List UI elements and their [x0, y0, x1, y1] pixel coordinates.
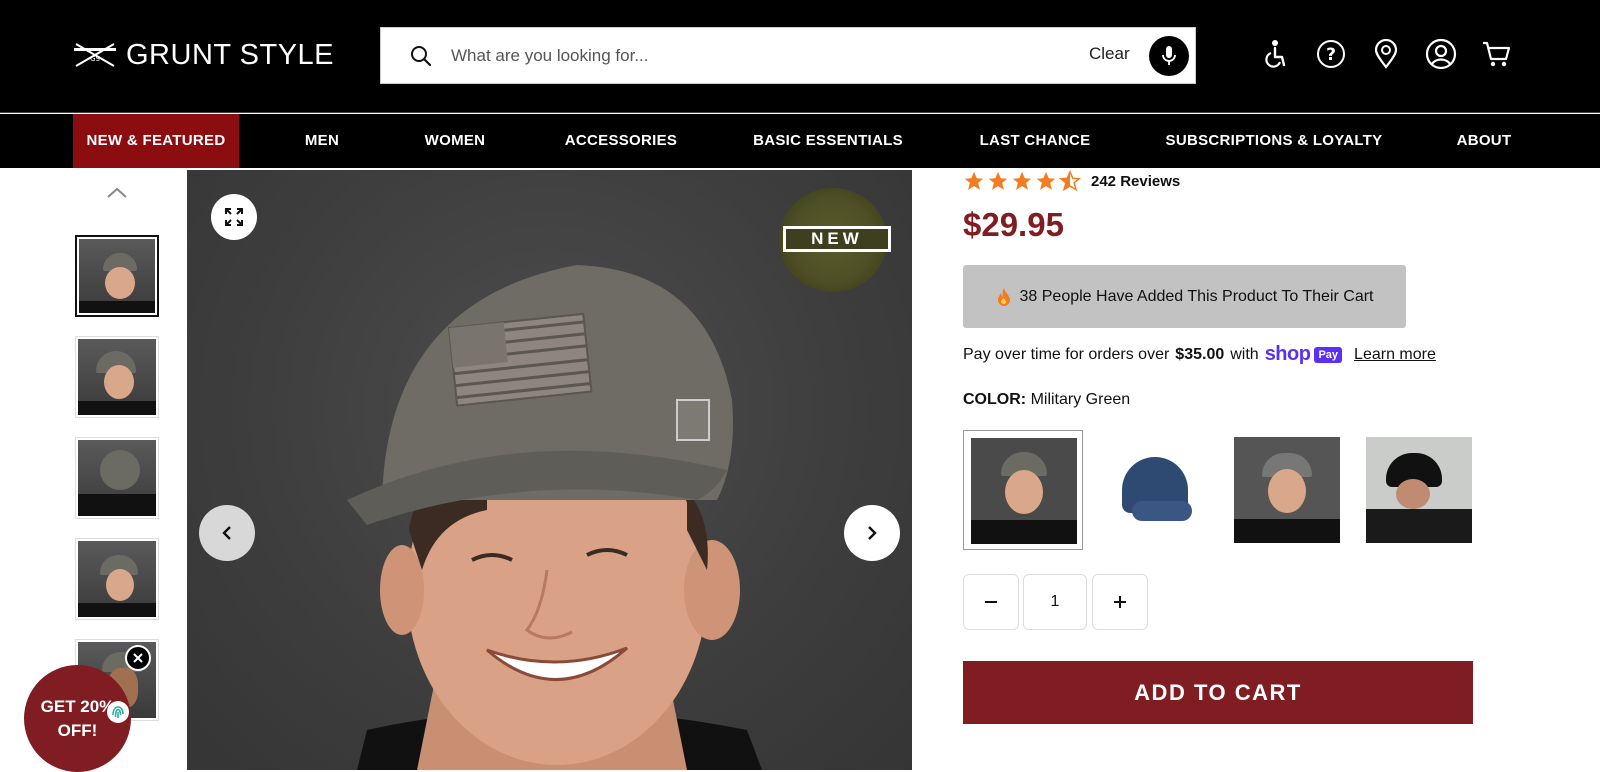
color-swatch-black[interactable] — [1359, 430, 1479, 550]
previous-image-button[interactable] — [199, 505, 255, 561]
expand-icon — [225, 208, 243, 226]
color-swatch-grey[interactable] — [1227, 430, 1347, 550]
clear-button[interactable]: Clear — [1089, 44, 1130, 64]
quantity-input[interactable]: 1 — [1023, 574, 1087, 630]
thumbnail-4[interactable] — [75, 538, 159, 620]
accessibility-icon[interactable] — [1260, 38, 1292, 70]
nav-about[interactable]: ABOUT — [1448, 114, 1520, 168]
new-badge-label: NEW — [783, 226, 891, 252]
search-bar: Clear — [380, 27, 1196, 84]
swatch-image — [1234, 437, 1340, 543]
help-icon[interactable]: ? — [1315, 38, 1347, 70]
star-icon — [1036, 171, 1056, 190]
swatch-image — [1102, 437, 1208, 543]
minus-icon — [985, 601, 997, 603]
star-icon — [964, 171, 984, 190]
close-promo-button[interactable] — [125, 645, 151, 671]
nav-accessories[interactable]: ACCESSORIES — [560, 114, 682, 168]
color-key: COLOR: — [963, 391, 1027, 408]
header: GS GRUNT STYLE Clear — [0, 0, 1600, 113]
promo-line-2: OFF! — [57, 720, 98, 740]
product-rating: 242 Reviews — [963, 170, 1180, 192]
reviews-link[interactable]: 242 Reviews — [1091, 173, 1180, 190]
search-icon[interactable] — [409, 44, 433, 68]
fire-icon — [997, 287, 1010, 306]
svg-text:?: ? — [1326, 45, 1336, 65]
nav-last-chance[interactable]: LAST CHANCE — [975, 114, 1095, 168]
main-product-image[interactable]: NEW — [187, 170, 912, 770]
next-image-button[interactable] — [844, 505, 900, 561]
chevron-right-icon — [868, 526, 877, 540]
learn-more-link[interactable]: Learn more — [1354, 346, 1436, 364]
star-icon — [988, 171, 1008, 190]
installments-message: Pay over time for orders over $35.00 wit… — [963, 343, 1436, 366]
swatch-image — [971, 438, 1077, 544]
account-icon[interactable] — [1425, 38, 1457, 70]
new-badge: NEW — [779, 188, 891, 292]
thumbnails-up-icon[interactable] — [104, 183, 130, 203]
add-to-cart-button[interactable]: ADD TO CART — [963, 661, 1473, 724]
voice-search-button[interactable] — [1149, 36, 1189, 76]
color-swatch-military-green[interactable] — [963, 430, 1083, 550]
cart-notice-text: 38 People Have Added This Product To The… — [1019, 287, 1374, 305]
thumbnail-3[interactable] — [75, 437, 159, 519]
store-locator-icon[interactable] — [1370, 38, 1402, 70]
increase-quantity-button[interactable] — [1092, 574, 1148, 630]
chevron-left-icon — [222, 526, 231, 540]
fingerprint-icon — [107, 701, 129, 723]
star-rating — [963, 170, 1081, 192]
color-swatch-navy[interactable] — [1095, 430, 1215, 550]
logo-text: GRUNT STYLE — [126, 38, 335, 71]
nav-subscriptions-loyalty[interactable]: SUBSCRIPTIONS & LOYALTY — [1164, 114, 1384, 168]
thumbnail-image — [78, 541, 156, 617]
main-nav: NEW & FEATURED MEN WOMEN ACCESSORIES BAS… — [0, 114, 1600, 168]
nav-basic-essentials[interactable]: BASIC ESSENTIALS — [745, 114, 911, 168]
star-icon — [1012, 171, 1032, 190]
plus-icon — [1114, 596, 1126, 608]
cart-activity-notice: 38 People Have Added This Product To The… — [963, 265, 1406, 328]
thumbnail-image — [78, 339, 156, 415]
microphone-icon — [1162, 46, 1176, 65]
cart-icon[interactable] — [1480, 38, 1512, 70]
half-star-icon — [1059, 170, 1081, 192]
logo-crest-icon: GS — [74, 43, 116, 67]
thumbnail-image — [79, 239, 155, 313]
logo[interactable]: GS GRUNT STYLE — [72, 38, 334, 72]
nav-women[interactable]: WOMEN — [414, 114, 496, 168]
promo-line-1: GET 20% — [40, 696, 115, 716]
pay-over-amount: $35.00 — [1175, 345, 1225, 363]
expand-image-button[interactable] — [211, 194, 257, 240]
thumbnail-1[interactable] — [75, 235, 159, 317]
svg-text:GS: GS — [90, 55, 100, 63]
decrease-quantity-button[interactable] — [963, 574, 1019, 630]
product-price: $29.95 — [963, 206, 1064, 243]
thumbnail-2[interactable] — [75, 336, 159, 418]
nav-new-featured[interactable]: NEW & FEATURED — [73, 114, 239, 168]
nav-men[interactable]: MEN — [288, 114, 356, 168]
thumbnail-image — [78, 440, 156, 516]
shop-pay-chip: Pay — [1314, 346, 1343, 363]
shop-pay-logo: shop — [1264, 343, 1311, 365]
swatch-image — [1366, 437, 1472, 543]
color-value: Military Green — [1030, 391, 1131, 408]
pay-over-text: Pay over time for orders over — [963, 345, 1170, 363]
color-label: COLOR: Military Green — [963, 391, 1130, 409]
search-input[interactable] — [451, 42, 1051, 70]
pay-over-with: with — [1230, 345, 1259, 363]
close-icon — [133, 653, 143, 663]
